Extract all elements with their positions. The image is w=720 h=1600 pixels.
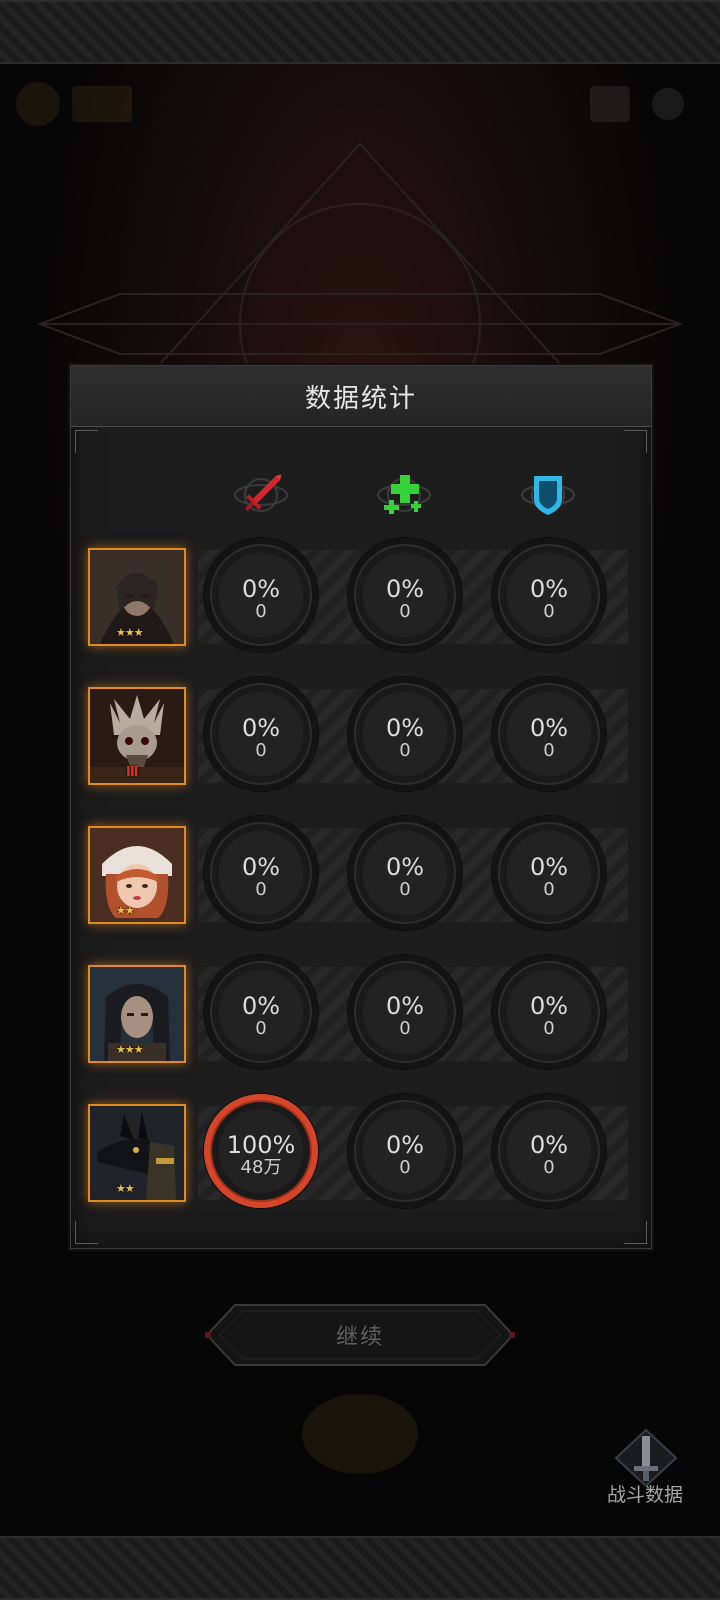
stat-value: 48万 bbox=[240, 1157, 282, 1178]
battle-data-label: 战斗数据 bbox=[606, 1484, 683, 1506]
hero-portrait-red-haired-girl[interactable] bbox=[88, 826, 186, 924]
stat-value: 0 bbox=[543, 1157, 555, 1178]
heal-cross-icon bbox=[374, 469, 434, 521]
hud-left-dim bbox=[16, 82, 132, 126]
sword-icon bbox=[231, 469, 291, 521]
defense-stat: 0% 0 bbox=[492, 677, 606, 791]
stat-percent: 0% bbox=[385, 575, 425, 603]
stat-value: 0 bbox=[399, 1157, 411, 1178]
healing-stat: 0% 0 bbox=[348, 677, 462, 791]
stat-percent: 0% bbox=[241, 575, 281, 603]
stat-value: 0 bbox=[255, 1018, 267, 1039]
stat-percent: 0% bbox=[529, 575, 569, 603]
corner-ornament bbox=[75, 430, 98, 453]
continue-button-label: 继续 bbox=[335, 1325, 384, 1350]
hero-row: ★★ 100% 48万 0% 0 0% 0 bbox=[86, 1094, 636, 1212]
stat-value: 0 bbox=[543, 601, 555, 622]
hero-rank-stars: ★★ bbox=[116, 904, 135, 917]
stat-percent: 0% bbox=[385, 1131, 425, 1159]
damage-stat: 0% 0 bbox=[204, 955, 318, 1069]
hero-row: ★★★ 0% 0 0% 0 0% 0 bbox=[86, 538, 636, 656]
stat-percent: 0% bbox=[241, 853, 281, 881]
defense-stat: 0% 0 bbox=[492, 955, 606, 1069]
healing-stat: 0% 0 bbox=[348, 955, 462, 1069]
damage-stat: 0% 0 bbox=[204, 538, 318, 652]
hero-rank-stars: ★★ bbox=[116, 1182, 135, 1195]
corner-ornament bbox=[624, 430, 647, 453]
shield-icon bbox=[518, 469, 578, 521]
damage-stat: 0% 0 bbox=[204, 677, 318, 791]
stats-panel: 数据统计 ★★★ 0% 0 0% 0 0% 0 III 0% 0 0% 0 0%… bbox=[70, 365, 652, 1249]
top-frame-bar bbox=[0, 0, 720, 64]
panel-title: 数据统计 bbox=[71, 366, 651, 427]
hero-row: ★★ 0% 0 0% 0 0% 0 bbox=[86, 816, 636, 934]
stat-value: 0 bbox=[255, 601, 267, 622]
stat-value: 0 bbox=[543, 740, 555, 761]
hero-row: ★★★ 0% 0 0% 0 0% 0 bbox=[86, 955, 636, 1073]
stat-percent: 0% bbox=[529, 992, 569, 1020]
battle-stats-screen: 数据统计 ★★★ 0% 0 0% 0 0% 0 III 0% 0 0% 0 0%… bbox=[0, 0, 720, 1600]
stat-percent: 0% bbox=[241, 714, 281, 742]
stat-percent: 100% bbox=[226, 1131, 296, 1159]
stat-value: 0 bbox=[399, 879, 411, 900]
healing-stat: 0% 0 bbox=[348, 816, 462, 930]
corner-ornament bbox=[75, 1221, 98, 1244]
battle-data-button[interactable]: 战斗数据 bbox=[596, 1428, 696, 1518]
hero-portrait-jackal-warrior[interactable] bbox=[88, 1104, 186, 1202]
bottom-frame-bar bbox=[0, 1536, 720, 1600]
stat-percent: 0% bbox=[385, 853, 425, 881]
defense-stat: 0% 0 bbox=[492, 1094, 606, 1208]
hero-rank-stars: ★★★ bbox=[116, 1043, 144, 1056]
stat-value: 0 bbox=[255, 740, 267, 761]
stat-value: 0 bbox=[255, 879, 267, 900]
damage-stat: 100% 48万 bbox=[204, 1094, 318, 1208]
stat-percent: 0% bbox=[529, 853, 569, 881]
healing-stat: 0% 0 bbox=[348, 1094, 462, 1208]
stat-value: 0 bbox=[399, 740, 411, 761]
stat-value: 0 bbox=[543, 1018, 555, 1039]
damage-stat: 0% 0 bbox=[204, 816, 318, 930]
corner-ornament bbox=[624, 1221, 647, 1244]
stat-percent: 0% bbox=[529, 714, 569, 742]
stat-value: 0 bbox=[399, 1018, 411, 1039]
stat-value: 0 bbox=[399, 601, 411, 622]
defense-stat: 0% 0 bbox=[492, 538, 606, 652]
hero-rank-tier: III bbox=[126, 765, 138, 780]
defense-stat: 0% 0 bbox=[492, 816, 606, 930]
continue-button[interactable]: 继续 bbox=[205, 1303, 515, 1367]
battle-data-icon bbox=[614, 1428, 678, 1488]
stat-percent: 0% bbox=[529, 1131, 569, 1159]
hero-row: III 0% 0 0% 0 0% 0 bbox=[86, 677, 636, 795]
stat-percent: 0% bbox=[385, 714, 425, 742]
hero-rank-stars: ★★★ bbox=[116, 626, 144, 639]
healing-stat: 0% 0 bbox=[348, 538, 462, 652]
stat-percent: 0% bbox=[385, 992, 425, 1020]
stat-percent: 0% bbox=[241, 992, 281, 1020]
stat-value: 0 bbox=[543, 879, 555, 900]
